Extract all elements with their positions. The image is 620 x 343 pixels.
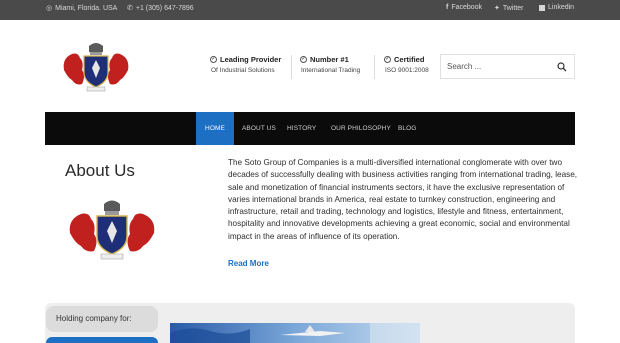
feature-title: Number #1 bbox=[310, 55, 349, 64]
read-more-link[interactable]: Read More bbox=[228, 259, 269, 268]
nav-item-blog[interactable]: BLOG bbox=[398, 112, 416, 145]
main-nav: HOME ABOUT US HISTORY OUR PHILOSOPHY BLO… bbox=[45, 112, 575, 145]
nav-item-history[interactable]: HISTORY bbox=[287, 112, 316, 145]
site-logo[interactable] bbox=[60, 40, 132, 92]
divider bbox=[374, 55, 375, 79]
check-circle-icon: ✓ bbox=[210, 56, 217, 63]
globe-icon: ◎ bbox=[46, 5, 53, 12]
nav-item-about-us[interactable]: ABOUT US bbox=[242, 112, 276, 145]
check-circle-icon: ✓ bbox=[300, 56, 307, 63]
search-box bbox=[440, 54, 575, 79]
facebook-icon: f bbox=[446, 4, 449, 11]
about-paragraph: The Soto Group of Companies is a multi-d… bbox=[228, 158, 578, 241]
holding-tab[interactable] bbox=[46, 337, 158, 343]
divider bbox=[291, 55, 292, 79]
feature-certified: ✓ Certified ISO 9001:2008 bbox=[384, 55, 429, 74]
hero-image bbox=[170, 323, 420, 343]
search-icon[interactable] bbox=[557, 62, 567, 72]
nav-item-home[interactable]: HOME bbox=[196, 112, 234, 145]
check-circle-icon: ✓ bbox=[384, 56, 391, 63]
linkedin-link[interactable]: Linkedin bbox=[539, 4, 574, 11]
location-info: ◎ Miami, Florida. USA bbox=[46, 4, 118, 13]
linkedin-icon bbox=[539, 4, 545, 11]
phone-info[interactable]: ✆ +1 (305) 647-7896 bbox=[127, 4, 194, 13]
search-input[interactable] bbox=[441, 55, 551, 78]
phone-text: +1 (305) 647-7896 bbox=[135, 4, 194, 12]
feature-subtitle: Of Industrial Solutions bbox=[211, 67, 275, 74]
twitter-label: Twitter bbox=[502, 4, 524, 12]
feature-title: Certified bbox=[394, 55, 425, 64]
about-title: About Us bbox=[65, 161, 135, 180]
feature-leading-provider: ✓ Leading Provider Of Industrial Solution… bbox=[210, 55, 281, 74]
feature-subtitle: ISO 9001:2008 bbox=[385, 67, 429, 74]
top-bar: ◎ Miami, Florida. USA ✆ +1 (305) 647-789… bbox=[0, 0, 620, 20]
location-text: Miami, Florida. USA bbox=[55, 4, 118, 12]
feature-subtitle: International Trading bbox=[301, 67, 361, 74]
twitter-link[interactable]: ✦ Twitter bbox=[494, 4, 524, 13]
about-logo bbox=[66, 197, 158, 261]
holding-company-label: Holding company for: bbox=[46, 306, 158, 332]
twitter-icon: ✦ bbox=[494, 5, 500, 12]
nav-item-our-philosophy[interactable]: OUR PHILOSOPHY bbox=[331, 112, 391, 145]
feature-number-one: ✓ Number #1 International Trading bbox=[300, 55, 360, 74]
linkedin-label: Linkedin bbox=[548, 4, 575, 11]
phone-icon: ✆ bbox=[127, 5, 133, 12]
facebook-label: Facebook bbox=[451, 4, 483, 11]
facebook-link[interactable]: f Facebook bbox=[446, 4, 482, 11]
feature-title: Leading Provider bbox=[220, 55, 282, 64]
